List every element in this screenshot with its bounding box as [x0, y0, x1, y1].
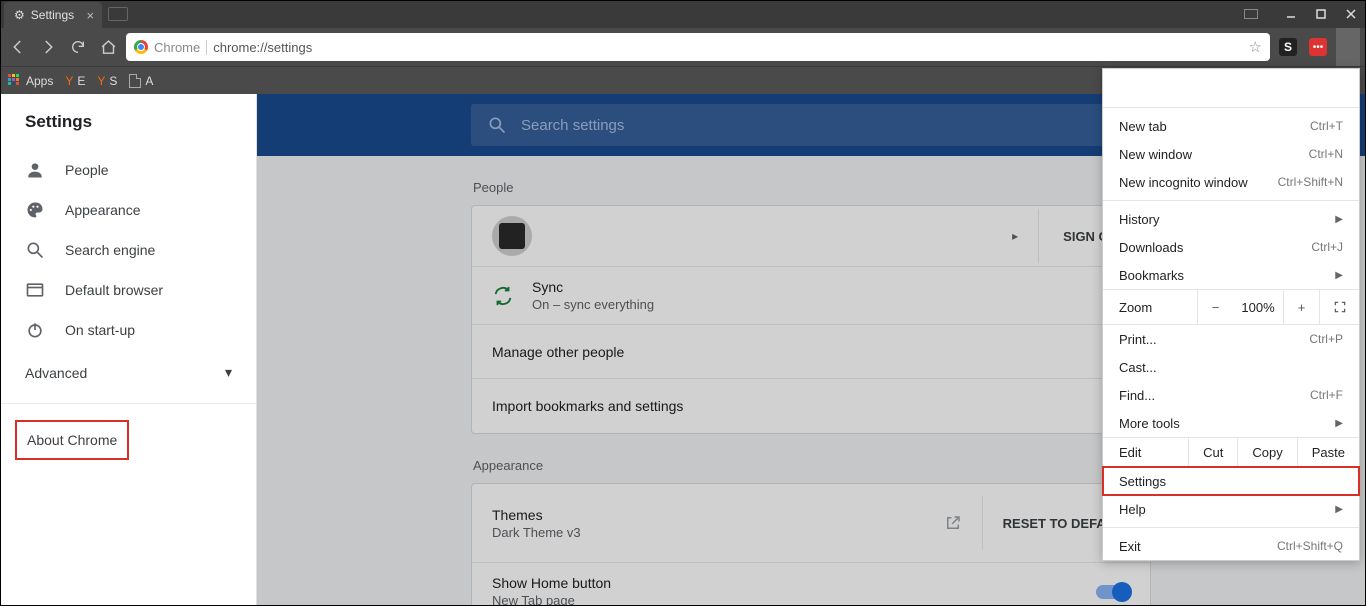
- menu-item-find[interactable]: Find...Ctrl+F: [1103, 381, 1359, 409]
- sidebar-item-on-startup[interactable]: On start-up: [1, 310, 256, 350]
- reload-button[interactable]: [66, 35, 90, 59]
- window-controls: [1236, 4, 1366, 24]
- paste-button[interactable]: Paste: [1297, 438, 1359, 467]
- menu-item-cast[interactable]: Cast...: [1103, 353, 1359, 381]
- menu-edit-row: Edit Cut Copy Paste: [1103, 437, 1359, 467]
- menu-item-history[interactable]: History▶: [1103, 205, 1359, 233]
- menu-item-new-incognito[interactable]: New incognito windowCtrl+Shift+N: [1103, 168, 1359, 196]
- extension-lastpass-icon[interactable]: •••: [1306, 35, 1330, 59]
- menu-item-help[interactable]: Help▶: [1103, 495, 1359, 523]
- gear-icon: ⚙: [14, 8, 25, 22]
- fullscreen-button[interactable]: [1319, 290, 1359, 324]
- minimize-button[interactable]: [1276, 4, 1306, 24]
- power-icon: [25, 320, 45, 340]
- menu-item-exit[interactable]: ExitCtrl+Shift+Q: [1103, 532, 1359, 560]
- menu-item-new-tab[interactable]: New tabCtrl+T: [1103, 112, 1359, 140]
- sidebar-label: Search engine: [65, 242, 155, 258]
- search-icon: [25, 240, 45, 260]
- sidebar-item-about-chrome[interactable]: About Chrome: [15, 420, 129, 460]
- tab-title: Settings: [31, 8, 74, 22]
- chrome-icon: [134, 40, 148, 54]
- submenu-arrow-icon: ▶: [1335, 214, 1343, 225]
- home-button[interactable]: [96, 35, 120, 59]
- close-icon[interactable]: ×: [87, 8, 95, 23]
- zoom-label: Zoom: [1103, 300, 1197, 315]
- copy-button[interactable]: Copy: [1237, 438, 1296, 467]
- sidebar-label: On start-up: [65, 322, 135, 338]
- zoom-out-button[interactable]: −: [1197, 290, 1233, 324]
- yc-icon: Y: [65, 74, 73, 88]
- sidebar-item-advanced[interactable]: Advanced ▾: [1, 350, 256, 395]
- cut-button[interactable]: Cut: [1188, 438, 1237, 467]
- browser-window-icon: [25, 280, 45, 300]
- document-icon: [129, 74, 141, 88]
- menu-account-area[interactable]: [1103, 69, 1359, 103]
- browser-toolbar: Chrome chrome://settings ☆ S •••: [0, 28, 1366, 66]
- zoom-in-button[interactable]: +: [1283, 290, 1319, 324]
- apps-button[interactable]: Apps: [8, 74, 53, 88]
- extension-skype-icon[interactable]: S: [1276, 35, 1300, 59]
- apps-grid-icon: [8, 74, 22, 88]
- apps-label: Apps: [26, 74, 53, 88]
- menu-item-new-window[interactable]: New windowCtrl+N: [1103, 140, 1359, 168]
- menu-separator: [1103, 200, 1359, 201]
- palette-icon: [25, 200, 45, 220]
- back-button[interactable]: [6, 35, 30, 59]
- submenu-arrow-icon: ▶: [1335, 418, 1343, 429]
- close-window-button[interactable]: [1336, 4, 1366, 24]
- person-icon: [25, 160, 45, 180]
- menu-separator: [1103, 107, 1359, 108]
- window-thumbnails-icon[interactable]: [1236, 4, 1266, 24]
- sidebar-label: Appearance: [65, 202, 141, 218]
- menu-item-bookmarks[interactable]: Bookmarks▶: [1103, 261, 1359, 289]
- chevron-down-icon: ▾: [225, 364, 232, 381]
- menu-item-more-tools[interactable]: More tools▶: [1103, 409, 1359, 437]
- sidebar-title: Settings: [1, 112, 256, 150]
- divider: [1, 403, 256, 404]
- menu-item-print[interactable]: Print...Ctrl+P: [1103, 325, 1359, 353]
- menu-zoom-row: Zoom − 100% +: [1103, 289, 1359, 325]
- bookmark-s[interactable]: YS: [97, 74, 117, 88]
- settings-sidebar: Settings People Appearance Search engine…: [1, 94, 257, 605]
- maximize-button[interactable]: [1306, 4, 1336, 24]
- bookmark-e[interactable]: YE: [65, 74, 85, 88]
- edit-label: Edit: [1103, 438, 1188, 467]
- chrome-menu-button[interactable]: [1336, 28, 1360, 66]
- new-tab-button[interactable]: [108, 7, 128, 21]
- submenu-arrow-icon: ▶: [1335, 270, 1343, 281]
- sidebar-label: People: [65, 162, 109, 178]
- sidebar-item-search-engine[interactable]: Search engine: [1, 230, 256, 270]
- submenu-arrow-icon: ▶: [1335, 504, 1343, 515]
- sidebar-item-appearance[interactable]: Appearance: [1, 190, 256, 230]
- forward-button[interactable]: [36, 35, 60, 59]
- menu-separator: [1103, 527, 1359, 528]
- zoom-value: 100%: [1233, 300, 1283, 315]
- menu-item-downloads[interactable]: DownloadsCtrl+J: [1103, 233, 1359, 261]
- advanced-label: Advanced: [25, 365, 87, 381]
- sidebar-item-default-browser[interactable]: Default browser: [1, 270, 256, 310]
- window-titlebar: ⚙ Settings ×: [0, 0, 1366, 28]
- browser-tab-settings[interactable]: ⚙ Settings ×: [4, 2, 102, 28]
- bookmark-star-icon[interactable]: ☆: [1249, 38, 1262, 56]
- tab-strip: ⚙ Settings ×: [0, 0, 128, 28]
- sidebar-label: Default browser: [65, 282, 163, 298]
- menu-item-settings[interactable]: Settings: [1103, 467, 1359, 495]
- bookmark-a[interactable]: A: [129, 74, 153, 88]
- chrome-menu: New tabCtrl+T New windowCtrl+N New incog…: [1102, 68, 1360, 561]
- url-scheme: Chrome: [154, 40, 207, 55]
- address-bar[interactable]: Chrome chrome://settings ☆: [126, 33, 1270, 61]
- sidebar-item-people[interactable]: People: [1, 150, 256, 190]
- url-path: chrome://settings: [213, 40, 312, 55]
- yc-icon: Y: [97, 74, 105, 88]
